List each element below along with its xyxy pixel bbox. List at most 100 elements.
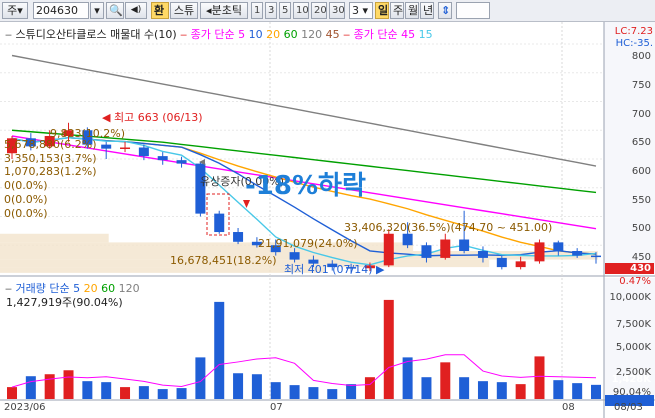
high-text: 최고 663 (06/13) — [113, 111, 203, 124]
xlabel-08: 08 — [562, 402, 575, 413]
vp-row2: 5,678,880(6.2%) — [4, 138, 97, 151]
volume-bar — [176, 388, 187, 399]
legend-ma5: 종가 단순 5 — [190, 28, 246, 41]
legend-ma2-value: 15 — [418, 28, 433, 41]
legend-ma45: 45 — [325, 28, 340, 41]
volume-bar — [327, 389, 338, 399]
tab-quote[interactable]: 환 — [151, 2, 169, 19]
volume-bar — [25, 376, 36, 399]
legend-ma120: 120 — [301, 28, 323, 41]
volume-bar — [402, 357, 413, 399]
vp-band-4 — [0, 267, 327, 273]
candle-body — [421, 245, 432, 258]
period-1[interactable]: 1 — [251, 2, 263, 19]
legend-ma10: 10 — [248, 28, 263, 41]
candle-body — [233, 232, 244, 242]
volume-bar — [82, 381, 93, 399]
volume-bar — [383, 299, 394, 399]
volume-summary: 1,427,919주(90.04%) — [6, 296, 123, 309]
market-select[interactable]: 주▾ — [2, 2, 28, 19]
period-30-label: 30 — [332, 5, 345, 16]
vp-row5: 0(0.0%) — [4, 179, 48, 192]
period-5[interactable]: 5 — [279, 2, 291, 19]
period-30[interactable]: 30 — [329, 2, 345, 19]
vtick-pct: 90.04% — [612, 387, 651, 398]
chart-svg — [0, 22, 655, 418]
week-button[interactable]: 주 — [390, 2, 404, 19]
legend-ma2-dash: ‒ — [343, 28, 354, 41]
candle-body — [477, 251, 488, 258]
volume-bar — [459, 377, 470, 399]
volume-bar — [157, 389, 168, 399]
interval-select[interactable]: 3 ▾ — [349, 2, 373, 19]
sound-icon[interactable]: ◀) — [125, 2, 147, 19]
volume-bar — [120, 387, 131, 399]
code-dropdown-button[interactable]: ▾ — [90, 2, 104, 19]
candle-body — [496, 257, 507, 268]
volume-bar — [572, 383, 583, 399]
vp-row8: 33,406,320(36.5%)(474.70 ~ 451.00) — [344, 221, 553, 234]
low-annotation: 최저 401 (07/14) ▶ — [284, 263, 385, 276]
year-button[interactable]: 년 — [420, 2, 434, 19]
week-label: 주 — [393, 4, 404, 17]
legend-ma2-label: 종가 단순 45 — [353, 28, 416, 41]
tick-550: 550 — [631, 195, 651, 206]
candle-body — [515, 261, 526, 268]
volume-bar — [346, 384, 357, 399]
candle-body — [534, 242, 545, 262]
tick-800: 800 — [631, 51, 651, 62]
xlabel-2023-06: 2023/06 — [4, 402, 46, 413]
legend-ma20: 20 — [266, 28, 281, 41]
period-3[interactable]: 3 — [265, 2, 277, 19]
tick-500: 500 — [631, 223, 651, 234]
period-3-label: 3 — [268, 5, 275, 16]
search-icon[interactable]: 🔍 — [106, 2, 124, 19]
month-label: 월 — [408, 4, 419, 17]
candle-body — [157, 156, 168, 161]
period-tick-button[interactable]: ◂분초틱 — [200, 2, 248, 19]
tick-650: 650 — [631, 137, 651, 148]
volume-bar — [233, 373, 244, 399]
vtick-current: 1,428K — [611, 374, 651, 385]
period-20[interactable]: 20 — [311, 2, 327, 19]
legend-ma60: 60 — [283, 28, 298, 41]
candle-body — [101, 144, 112, 149]
candle-body — [591, 255, 601, 258]
extra-input[interactable] — [456, 2, 490, 19]
candle-body — [553, 242, 564, 251]
current-price-pct: 0.47% — [619, 276, 651, 287]
drop-percent: -18%하락 — [245, 171, 366, 201]
candle-body — [289, 252, 300, 260]
volume-bar — [421, 377, 432, 399]
volume-bar — [591, 384, 601, 399]
volume-bar — [515, 384, 526, 399]
stock-code-input[interactable]: 204630 — [33, 2, 89, 19]
tick-750: 750 — [631, 80, 651, 91]
volume-bar — [553, 380, 564, 399]
tab-stock-label: 스튜 — [173, 4, 195, 17]
high-annotation: ◀ 최고 663 (06/13) — [102, 111, 203, 124]
period-tick-label: 분초틱 — [211, 4, 242, 17]
legend-title: 스튜디오산타클로스 매물대 수(10) — [15, 28, 177, 41]
tab-stock[interactable]: 스튜 — [170, 2, 198, 19]
corner-hc: HC:-35. — [615, 38, 653, 49]
volume-bar — [63, 370, 74, 399]
day-button[interactable]: 일 — [375, 2, 389, 19]
chart-area[interactable]: ‒ 스튜디오산타클로스 매물대 수(10) ‒ 종가 단순 5 10 20 60… — [0, 22, 655, 418]
candle-body — [402, 233, 413, 246]
vp-row7: 0(0.0%) — [4, 207, 48, 220]
period-10[interactable]: 10 — [293, 2, 309, 19]
month-button[interactable]: 월 — [405, 2, 419, 19]
volume-bar — [214, 301, 225, 399]
candle-body — [440, 239, 451, 258]
stock-code-value: 204630 — [36, 4, 78, 17]
candle-body — [459, 239, 470, 251]
updown-icon[interactable]: ⇕ — [438, 2, 452, 19]
vp-row4: 1,070,283(1.2%) — [4, 165, 97, 178]
volume-bar — [440, 362, 451, 399]
day-label: 일 — [378, 4, 389, 17]
volume-bar — [270, 382, 281, 399]
vtick-5000k: 5,000K — [615, 342, 651, 353]
vtick-10000k: 10,000K — [609, 292, 651, 303]
current-price-label: 430 — [630, 263, 651, 274]
